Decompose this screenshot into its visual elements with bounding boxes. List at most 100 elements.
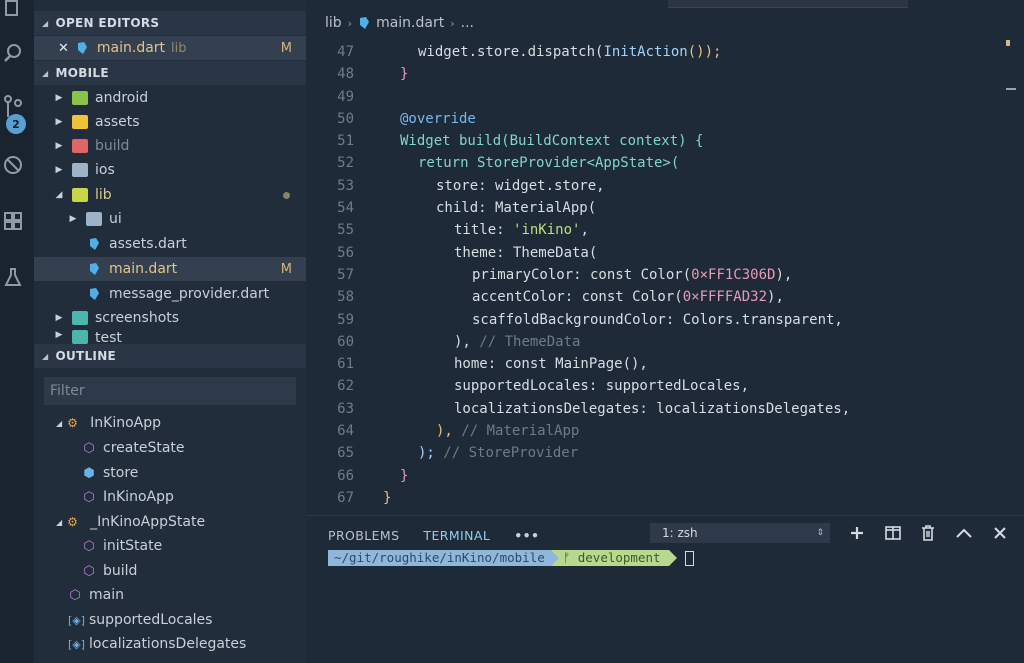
method-cube-icon: ⬡ <box>83 489 95 505</box>
folder-icon <box>72 115 88 129</box>
variable-icon: [◈] <box>68 613 86 627</box>
chevron-down-icon: ◢ <box>56 418 63 428</box>
outline-item-method[interactable]: ⬡ initState <box>34 534 306 558</box>
code-line: 58 accentColor: const Color(0×FFFFAD32), <box>337 289 784 306</box>
code-line: 53 store: widget.store, <box>337 177 605 194</box>
terminal-prompt[interactable]: ~/git/roughike/inKino/mobile ᚠ developme… <box>328 550 694 566</box>
open-folder-icon <box>72 188 88 202</box>
tree-folder-ui[interactable]: ▶ ui <box>34 207 306 231</box>
code-line: 49 <box>337 88 354 105</box>
outline-item-class[interactable]: ◢ ⚙ InKinoApp <box>34 411 306 435</box>
android-folder-icon <box>72 91 88 105</box>
overview-ruler-marker <box>1006 88 1016 90</box>
code-line: 64), // MaterialApp <box>337 423 580 440</box>
trash-icon[interactable] <box>917 522 939 544</box>
more-actions-icon[interactable]: ••• <box>514 528 539 543</box>
tree-folder-screenshots[interactable]: ▶ screenshots <box>34 306 306 330</box>
overview-ruler-marker <box>1006 40 1010 46</box>
test-flask-icon[interactable] <box>0 262 26 292</box>
function-cube-icon: ⬡ <box>69 587 81 603</box>
new-terminal-icon[interactable] <box>846 522 868 544</box>
code-line: 48} <box>337 66 409 83</box>
tree-folder-android[interactable]: ▶ android <box>34 86 306 110</box>
select-arrows-icon: ⇕ <box>816 528 824 538</box>
code-line: 56 theme: ThemeData( <box>337 244 598 261</box>
extensions-icon[interactable] <box>0 206 26 236</box>
open-editor-folder: lib <box>171 40 187 56</box>
chevron-right-icon: ▶ <box>55 117 63 127</box>
tree-folder-assets[interactable]: ▶ assets <box>34 110 306 134</box>
close-icon[interactable] <box>989 522 1011 544</box>
chevron-right-icon: ▶ <box>55 141 63 151</box>
search-icon[interactable] <box>0 38 26 68</box>
method-cube-icon: ⬡ <box>83 563 95 579</box>
variable-icon: [◈] <box>68 637 86 651</box>
chevron-down-icon: ◢ <box>56 517 63 527</box>
tree-file-assets-dart[interactable]: assets.dart <box>34 232 306 256</box>
sidebar: ◢ OPEN EDITORS ✕ main.dart lib M ◢ MOBIL… <box>34 0 306 663</box>
class-icon: ⚙ <box>67 515 78 529</box>
prompt-branch: ᚠ development <box>558 550 669 566</box>
tree-folder-lib[interactable]: ◢ lib <box>34 183 306 207</box>
chevron-right-icon: ▶ <box>69 214 77 224</box>
powerline-separator <box>550 550 559 566</box>
outline-item-method[interactable]: ⬡ build <box>34 559 306 583</box>
tree-folder-test[interactable]: ▶ test <box>34 330 306 344</box>
explorer-icon[interactable] <box>0 0 26 24</box>
folder-icon <box>72 311 88 325</box>
activity-bar: 2 <box>0 0 34 663</box>
dart-file-icon <box>77 42 87 54</box>
code-line: 65); // StoreProvider <box>337 445 579 462</box>
breadcrumb-item[interactable]: lib <box>325 15 342 31</box>
open-editor-name: main.dart <box>96 40 166 56</box>
class-icon: ⚙ <box>67 416 78 430</box>
modified-badge: M <box>280 261 292 277</box>
code-area[interactable]: 47 widget.store.dispatch(InitAction()); 4… <box>306 41 1024 509</box>
code-line: 57 primaryColor: const Color(0×FF1C306D), <box>337 266 793 283</box>
code-line: 61 home: const MainPage(), <box>337 356 648 373</box>
dart-file-icon <box>90 238 99 250</box>
field-cube-icon: ⬢ <box>83 465 95 481</box>
outline-item-constructor[interactable]: ⬡ InKinoApp <box>34 485 306 509</box>
code-line: 47 widget.store.dispatch(InitAction()); <box>337 44 722 60</box>
collapse-triangle-icon: ◢ <box>42 18 49 28</box>
open-editor-item[interactable]: ✕ main.dart lib M <box>34 36 306 60</box>
tree-file-message-provider[interactable]: message_provider.dart <box>34 282 306 306</box>
code-line: 59 scaffoldBackgroundColor: Colors.transp… <box>337 311 843 328</box>
breadcrumb-item[interactable]: ... <box>461 15 474 31</box>
split-terminal-icon[interactable] <box>882 522 904 544</box>
tree-folder-build[interactable]: ▶ build <box>34 134 306 158</box>
tree-folder-ios[interactable]: ▶ ios <box>34 158 306 182</box>
quick-input-overlay <box>668 0 908 8</box>
outline-item-class[interactable]: ◢ ⚙ _InKinoAppState <box>34 510 306 534</box>
code-line: 50 @override <box>337 110 476 127</box>
mobile-header[interactable]: ◢ MOBILE <box>34 61 306 85</box>
breadcrumb-item[interactable]: main.dart <box>376 15 444 31</box>
modified-badge: M <box>280 40 292 56</box>
debug-icon[interactable] <box>0 150 26 180</box>
tab-terminal[interactable]: TERMINAL <box>423 528 490 543</box>
panel-tabs: PROBLEMS TERMINAL ••• <box>328 522 539 548</box>
outline-item-variable[interactable]: [◈] supportedLocales <box>34 608 306 632</box>
collapse-triangle-icon: ◢ <box>42 68 49 78</box>
terminal-select[interactable]: 1: zsh ⇕ <box>650 523 830 543</box>
folder-icon <box>72 139 88 153</box>
outline-item-field[interactable]: ⬢ store <box>34 461 306 485</box>
code-line: 60), // ThemeData <box>337 333 581 350</box>
outline-item-method[interactable]: ⬡ createState <box>34 436 306 460</box>
method-cube-icon: ⬡ <box>83 440 95 456</box>
chevron-up-icon[interactable] <box>953 522 975 544</box>
code-line: 55 title: 'inKino', <box>337 222 589 239</box>
dart-file-icon <box>90 263 99 275</box>
open-editors-header[interactable]: ◢ OPEN EDITORS <box>34 11 306 35</box>
tree-file-main-dart[interactable]: main.dart M <box>34 257 306 281</box>
outline-item-variable[interactable]: [◈] localizationsDelegates <box>34 632 306 656</box>
outline-filter-input[interactable]: Filter <box>44 377 296 405</box>
method-cube-icon: ⬡ <box>83 538 95 554</box>
tab-problems[interactable]: PROBLEMS <box>328 528 399 543</box>
prompt-path: ~/git/roughike/inKino/mobile <box>328 550 551 566</box>
close-icon[interactable]: ✕ <box>58 41 69 56</box>
outline-item-function[interactable]: ⬡ main <box>34 583 306 607</box>
outline-header[interactable]: ◢ OUTLINE <box>34 344 306 368</box>
chevron-right-icon: ▶ <box>55 165 63 175</box>
